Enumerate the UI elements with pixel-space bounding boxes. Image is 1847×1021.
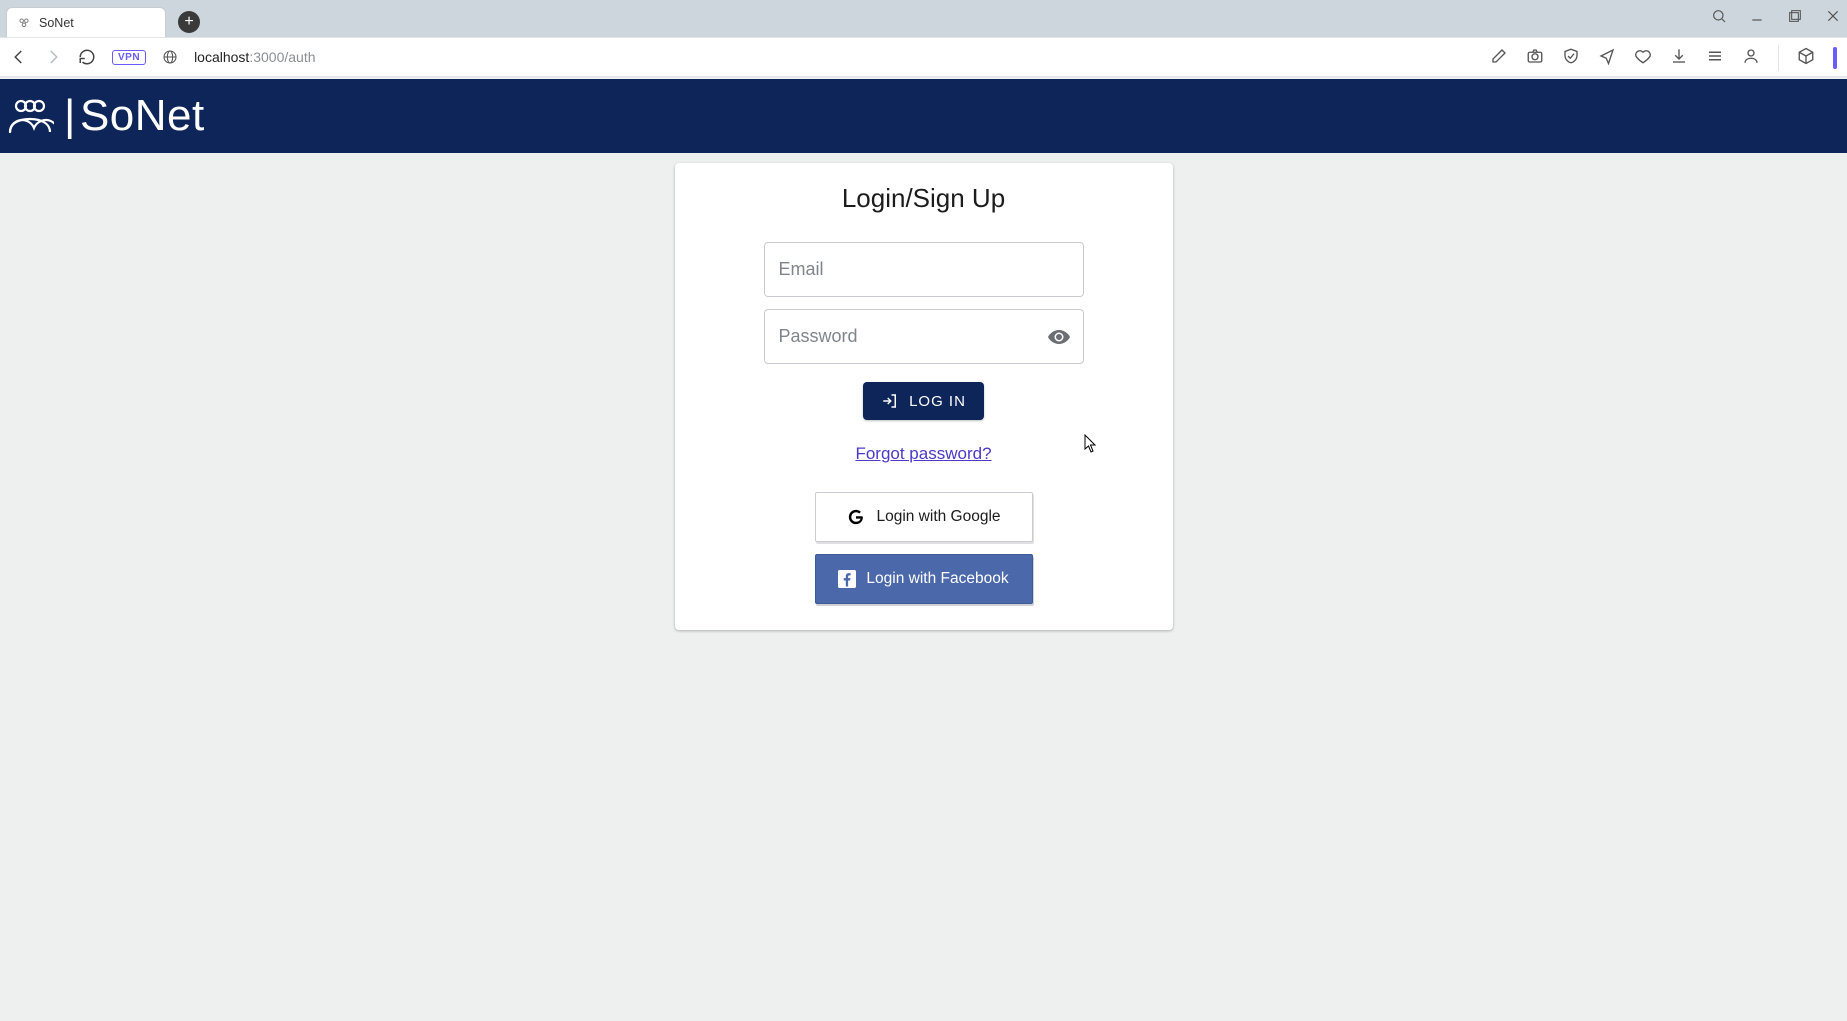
close-icon[interactable] <box>1825 8 1841 29</box>
email-field-wrapper[interactable] <box>764 242 1084 297</box>
auth-card-title: Login/Sign Up <box>842 183 1005 214</box>
sidebar-handle[interactable] <box>1833 47 1837 69</box>
address-bar: VPN localhost:3000/auth <box>0 37 1847 77</box>
toggle-password-visibility-button[interactable] <box>1047 325 1071 349</box>
search-icon[interactable] <box>1711 8 1727 29</box>
cube-icon[interactable] <box>1797 47 1815 70</box>
plus-icon: + <box>184 14 193 30</box>
url-display[interactable]: localhost:3000/auth <box>194 49 315 65</box>
reload-button[interactable] <box>78 48 96 66</box>
toolbar-separator <box>1778 45 1779 71</box>
forgot-password-link[interactable]: Forgot password? <box>855 444 991 464</box>
facebook-button-label: Login with Facebook <box>866 570 1008 588</box>
camera-icon[interactable] <box>1526 47 1544 70</box>
facebook-icon <box>838 570 856 588</box>
send-icon[interactable] <box>1598 47 1616 70</box>
tab-favicon-icon <box>17 16 31 30</box>
new-tab-button[interactable]: + <box>178 11 200 33</box>
app-header: |SoNet <box>0 79 1847 153</box>
google-icon <box>846 507 866 527</box>
url-path: :3000/auth <box>249 49 315 65</box>
eye-icon <box>1047 325 1071 349</box>
auth-card: Login/Sign Up LOG IN Forgot password? <box>675 163 1173 630</box>
window-controls <box>1711 0 1841 37</box>
edit-icon[interactable] <box>1490 47 1508 70</box>
shield-icon[interactable] <box>1562 47 1580 70</box>
app-logo-icon <box>6 92 54 140</box>
google-button-label: Login with Google <box>876 508 1000 526</box>
page-viewport: |SoNet Login/Sign Up LOG IN Forgot passw… <box>0 79 1847 1021</box>
app-brand: |SoNet <box>64 91 205 141</box>
back-button[interactable] <box>10 48 28 66</box>
url-host: localhost <box>194 49 249 65</box>
globe-icon[interactable] <box>162 49 178 65</box>
tab-strip: SoNet + <box>0 0 1847 37</box>
login-with-facebook-button[interactable]: Login with Facebook <box>815 554 1033 604</box>
download-icon[interactable] <box>1670 47 1688 70</box>
login-with-google-button[interactable]: Login with Google <box>815 492 1033 542</box>
vpn-badge[interactable]: VPN <box>112 50 146 65</box>
app-brand-text: SoNet <box>80 91 205 141</box>
forward-button[interactable] <box>44 48 62 66</box>
heart-icon[interactable] <box>1634 47 1652 70</box>
password-field[interactable] <box>779 326 1069 347</box>
minimize-icon[interactable] <box>1749 8 1765 29</box>
login-button[interactable]: LOG IN <box>863 382 984 420</box>
email-field[interactable] <box>779 259 1069 280</box>
list-icon[interactable] <box>1706 47 1724 70</box>
login-button-label: LOG IN <box>909 393 966 410</box>
toolbar-right <box>1490 38 1837 78</box>
login-icon <box>881 392 899 410</box>
browser-chrome: SoNet + VPN <box>0 0 1847 79</box>
browser-tab-active[interactable]: SoNet <box>6 7 166 37</box>
profile-icon[interactable] <box>1742 47 1760 70</box>
password-field-wrapper[interactable] <box>764 309 1084 364</box>
tab-title: SoNet <box>39 16 74 30</box>
maximize-icon[interactable] <box>1787 8 1803 29</box>
